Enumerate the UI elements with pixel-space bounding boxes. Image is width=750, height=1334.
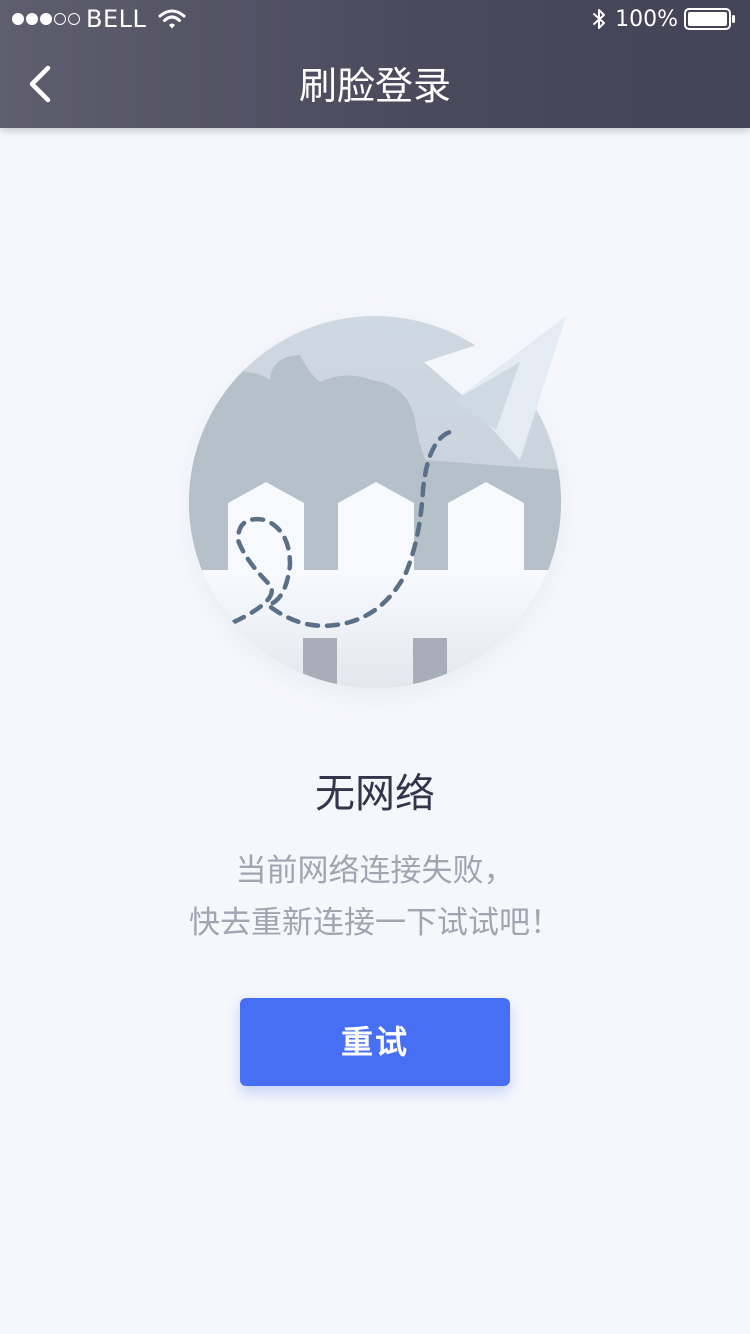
carrier-name: BELL [86, 5, 147, 33]
page-title: 刷脸登录 [298, 64, 451, 108]
app-header: BELL 100% 刷脸登录 [0, 0, 750, 128]
error-message-line: 当前网络连接失败， [235, 853, 515, 889]
battery-icon [684, 8, 735, 30]
signal-dot [12, 13, 24, 25]
bluetooth-icon [593, 9, 606, 29]
signal-dot [68, 13, 80, 25]
no-network-illustration [160, 295, 590, 725]
status-right: 100% [591, 4, 736, 34]
navigation-bar: 刷脸登录 [0, 40, 750, 128]
status-bar: BELL 100% [0, 0, 750, 40]
battery-percent: 100% [615, 6, 678, 32]
carrier-info: BELL [12, 4, 186, 34]
retry-button[interactable]: 重试 [240, 998, 510, 1086]
signal-dot [26, 13, 38, 25]
signal-dot [40, 13, 52, 25]
error-title: 无网络 [315, 771, 435, 817]
error-message-line: 快去重新连接一下试试吧！ [189, 905, 561, 941]
error-message: 当前网络连接失败， 快去重新连接一下试试吧！ [0, 845, 750, 949]
signal-dot [54, 13, 66, 25]
signal-strength-icon [12, 13, 80, 25]
wifi-icon [158, 9, 186, 29]
